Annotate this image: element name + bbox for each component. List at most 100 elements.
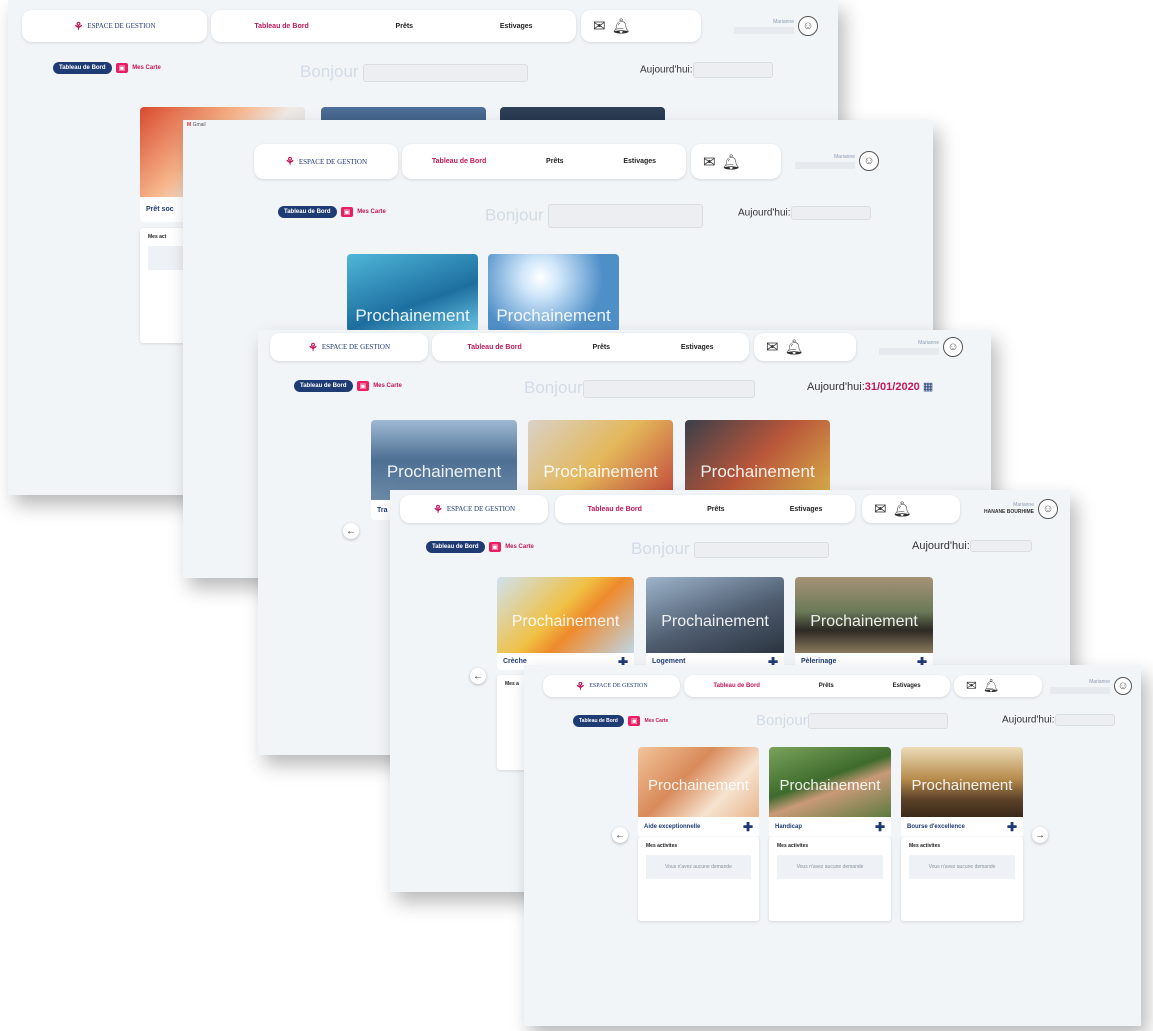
dashboard-button[interactable]: Tableau de Bord xyxy=(53,62,112,74)
service-tile[interactable]: Prochainement Logement ✚ xyxy=(646,577,784,670)
envelope-icon[interactable]: ✉ xyxy=(874,500,887,518)
id-card-icon[interactable]: ▣ xyxy=(356,381,370,391)
logo[interactable]: ⚘ ESPACE DE GESTION xyxy=(270,333,428,361)
service-tile[interactable]: Prochainement Crèche ✚ xyxy=(497,577,634,670)
screen-5: ⚘ ESPACE DE GESTION Tableau de Bord Prêt… xyxy=(524,665,1141,1026)
icon-bar: ✉ 🔔︎ xyxy=(754,333,856,361)
user-menu[interactable]: Marianne ☺ xyxy=(708,12,818,40)
bell-icon[interactable]: 🔔︎ xyxy=(722,153,741,171)
nav-estivages[interactable]: Estivages xyxy=(893,683,921,689)
logo-title: ESPACE DE GESTION xyxy=(87,22,156,30)
logo-icon: ⚘ xyxy=(432,503,443,516)
nav-dashboard[interactable]: Tableau de Bord xyxy=(467,344,521,351)
main-nav: Tableau de Bord Prêts Estivages xyxy=(211,10,576,42)
my-card-link[interactable]: Mes Carte xyxy=(505,544,534,550)
my-card-link[interactable]: Mes Carte xyxy=(644,718,668,724)
bell-icon[interactable]: 🔔︎ xyxy=(612,17,631,35)
service-tile[interactable]: Prochainement xyxy=(528,420,673,500)
logo[interactable]: ⚘ ESPACE DE GESTION xyxy=(543,675,680,697)
avatar-icon[interactable]: ☺ xyxy=(943,337,963,357)
service-tile[interactable]: Prochainement xyxy=(488,254,619,332)
avatar-icon[interactable]: ☺ xyxy=(859,151,879,171)
main-nav: Tableau de Bord Prêts Estivages xyxy=(555,495,855,523)
nav-estivages[interactable]: Estivages xyxy=(500,23,533,30)
avatar-icon[interactable]: ☺ xyxy=(1038,499,1058,519)
plus-icon[interactable]: ✚ xyxy=(1007,820,1017,834)
nav-loans[interactable]: Prêts xyxy=(396,23,414,30)
plus-icon[interactable]: ✚ xyxy=(875,820,885,834)
nav-estivages[interactable]: Estivages xyxy=(623,158,656,165)
panel-title: Mes activites xyxy=(646,843,678,849)
coming-soon-label: Prochainement xyxy=(386,462,502,481)
subnav: Tableau de Bord ▣ Mes Carte xyxy=(278,206,386,218)
user-role: Marianne xyxy=(879,340,939,355)
envelope-icon[interactable]: ✉ xyxy=(593,17,606,35)
service-tile[interactable]: Prochainement xyxy=(347,254,478,332)
nav-estivages[interactable]: Estivages xyxy=(790,506,823,513)
envelope-icon[interactable]: ✉ xyxy=(703,153,716,171)
nav-loans[interactable]: Prêts xyxy=(707,506,725,513)
arrow-right-icon[interactable]: → xyxy=(1032,827,1048,843)
id-card-icon[interactable]: ▣ xyxy=(627,716,641,726)
arrow-left-icon[interactable]: ← xyxy=(612,827,628,843)
user-menu[interactable]: Marianne ☺ xyxy=(783,146,879,176)
icon-bar: ✉ 🔔︎ xyxy=(691,144,781,179)
nav-loans[interactable]: Prêts xyxy=(546,158,564,165)
dashboard-button[interactable]: Tableau de Bord xyxy=(426,541,485,553)
calendar-icon[interactable]: ▦ xyxy=(923,381,933,393)
user-menu[interactable]: Marianne ☺ xyxy=(863,334,963,360)
my-card-link[interactable]: Mes Carte xyxy=(132,65,161,71)
coming-soon-label: Prochainement xyxy=(779,777,881,794)
service-tile[interactable]: Prochainement Bourse d'excellence ✚ xyxy=(901,747,1023,837)
id-card-icon[interactable]: ▣ xyxy=(488,542,502,552)
today: Aujourd'hui: xyxy=(1002,714,1115,726)
dashboard-button[interactable]: Tableau de Bord xyxy=(294,380,353,392)
avatar-icon[interactable]: ☺ xyxy=(1114,677,1132,695)
avatar-icon[interactable]: ☺ xyxy=(798,16,818,36)
arrow-left-icon[interactable]: ← xyxy=(470,668,486,684)
nav-dashboard[interactable]: Tableau de Bord xyxy=(254,23,308,30)
user-menu[interactable]: Marianne HANANE BOURHIME ☺ xyxy=(970,496,1058,522)
my-card-link[interactable]: Mes Carte xyxy=(357,209,386,215)
tile-caption: Aide exceptionnelle ✚ xyxy=(638,817,759,837)
bell-icon[interactable]: 🔔︎ xyxy=(785,338,804,356)
user-name: HANANE BOURHIME xyxy=(984,509,1034,515)
tile-caption: Handicap ✚ xyxy=(769,817,891,837)
logo-icon: ⚘ xyxy=(73,20,84,33)
bell-icon[interactable]: 🔔︎ xyxy=(983,678,1000,694)
envelope-icon[interactable]: ✉ xyxy=(966,678,977,694)
bell-icon[interactable]: 🔔︎ xyxy=(893,500,912,518)
my-card-link[interactable]: Mes Carte xyxy=(373,383,402,389)
id-card-icon[interactable]: ▣ xyxy=(115,63,129,73)
logo[interactable]: ⚘ ESPACE DE GESTION xyxy=(254,144,398,179)
nav-dashboard[interactable]: Tableau de Bord xyxy=(588,506,642,513)
logo-title: ESPACE DE GESTION xyxy=(589,683,648,689)
greeting: Bonjour xyxy=(300,62,529,82)
service-tile[interactable]: Prochainement xyxy=(685,420,830,500)
dashboard-button[interactable]: Tableau de Bord xyxy=(573,715,624,727)
nav-estivages[interactable]: Estivages xyxy=(681,344,714,351)
nav-dashboard[interactable]: Tableau de Bord xyxy=(432,158,486,165)
browser-tab[interactable]: M Gmail xyxy=(187,122,206,128)
empty-message: Vous n'avez aucune demande xyxy=(909,855,1015,879)
service-tile[interactable]: Prochainement Pèlerinage ✚ xyxy=(795,577,933,670)
logo-title: ESPACE DE GESTION xyxy=(321,343,391,351)
tile-image xyxy=(371,420,517,500)
user-role: Marianne xyxy=(734,19,794,34)
today: Aujourd'hui: xyxy=(640,62,773,78)
coming-soon-label: Prochainement xyxy=(496,306,611,325)
service-tile[interactable]: Prochainement Aide exceptionnelle ✚ xyxy=(638,747,759,837)
nav-loans[interactable]: Prêts xyxy=(819,683,834,689)
nav-loans[interactable]: Prêts xyxy=(593,344,611,351)
logo[interactable]: ⚘ ESPACE DE GESTION xyxy=(22,10,207,42)
arrow-left-icon[interactable]: ← xyxy=(343,523,359,539)
plus-icon[interactable]: ✚ xyxy=(743,820,753,834)
today: Aujourd'hui: xyxy=(912,540,1032,553)
service-tile[interactable]: Prochainement Handicap ✚ xyxy=(769,747,891,837)
user-menu[interactable]: Marianne ☺ xyxy=(1044,675,1132,697)
envelope-icon[interactable]: ✉ xyxy=(766,338,779,356)
dashboard-button[interactable]: Tableau de Bord xyxy=(278,206,337,218)
logo[interactable]: ⚘ ESPACE DE GESTION xyxy=(400,495,548,523)
nav-dashboard[interactable]: Tableau de Bord xyxy=(713,683,760,689)
id-card-icon[interactable]: ▣ xyxy=(340,207,354,217)
